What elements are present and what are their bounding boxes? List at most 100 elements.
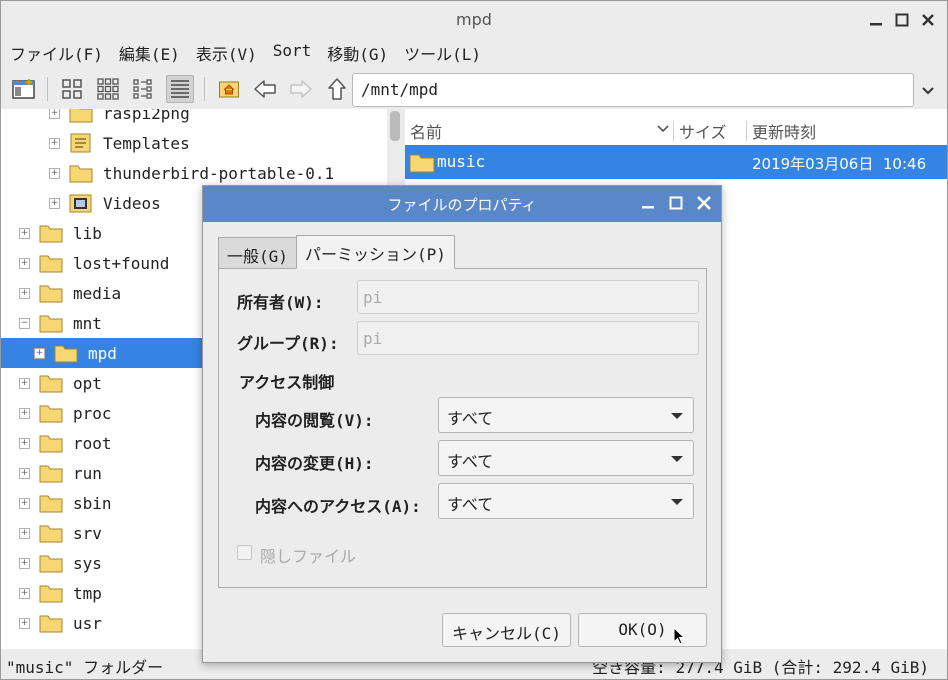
dropdown-arrow-icon: [671, 456, 683, 462]
tree-item-label: lib: [73, 223, 102, 243]
menu-tools[interactable]: ツール(L): [395, 39, 488, 67]
forward-icon[interactable]: [287, 75, 315, 103]
expander-icon[interactable]: +: [19, 617, 30, 629]
tree-item-label: usr: [73, 613, 102, 633]
dropdown-arrow-icon: [671, 499, 683, 505]
mouse-cursor-icon: [673, 627, 686, 645]
owner-field[interactable]: pi: [357, 280, 699, 314]
expander-icon[interactable]: +: [34, 347, 45, 359]
access-content-value: すべて: [447, 495, 494, 514]
expander-icon[interactable]: +: [19, 257, 30, 269]
expander-icon[interactable]: +: [19, 437, 30, 449]
list-item[interactable]: music 2019年03月06日 10:46: [405, 145, 947, 179]
expander-icon[interactable]: +: [19, 557, 30, 569]
close-icon[interactable]: [917, 9, 939, 31]
access-control-heading: アクセス制御: [239, 373, 335, 392]
tree-item-label: lost+found: [73, 253, 170, 273]
folder-icon: [409, 154, 435, 173]
folder-icon: [54, 345, 78, 363]
close-icon[interactable]: [693, 192, 715, 214]
maximize-icon[interactable]: [891, 9, 913, 31]
up-icon[interactable]: [323, 75, 351, 103]
tree-item[interactable]: + raspi2png: [1, 109, 387, 128]
expander-icon[interactable]: +: [19, 407, 30, 419]
permissions-panel: 所有者(W): pi グループ(R): pi アクセス制御 内容の閲覧(V): …: [218, 268, 707, 588]
column-separator: [746, 121, 747, 141]
cancel-button[interactable]: キャンセル(C): [442, 613, 571, 647]
tree-scrollbar-thumb[interactable]: [390, 111, 400, 141]
tree-item-label: run: [73, 463, 102, 483]
window-title: mpd: [456, 10, 492, 29]
back-icon[interactable]: [251, 75, 279, 103]
tree-item-label: mpd: [88, 343, 117, 363]
folder-icon: [39, 555, 63, 573]
tree-item-label: tmp: [73, 583, 102, 603]
ok-button[interactable]: OK(O): [578, 613, 707, 647]
compact-view-icon[interactable]: [130, 75, 158, 103]
tree-item[interactable]: + thunderbird-portable-0.1: [1, 158, 387, 188]
maximize-icon[interactable]: [665, 192, 687, 214]
expander-icon[interactable]: +: [49, 109, 60, 119]
list-item-name: music: [437, 152, 486, 171]
tree-item-label: root: [73, 433, 112, 453]
view-content-select[interactable]: すべて: [438, 397, 694, 433]
minimize-icon[interactable]: [865, 9, 887, 31]
dropdown-arrow-icon: [671, 413, 683, 419]
column-modified[interactable]: 更新時刻: [752, 119, 816, 143]
expander-icon[interactable]: +: [19, 527, 30, 539]
location-input[interactable]: /mnt/mpd: [352, 73, 914, 107]
column-size[interactable]: サイズ: [679, 119, 727, 143]
folder-icon: [39, 495, 63, 513]
expander-icon[interactable]: +: [19, 287, 30, 299]
status-selection: "music" フォルダー: [6, 658, 164, 677]
sort-chevron-icon[interactable]: [657, 124, 669, 134]
change-content-select[interactable]: すべて: [438, 440, 694, 476]
menu-go[interactable]: 移動(G): [318, 39, 395, 67]
expander-icon[interactable]: +: [49, 167, 60, 179]
home-icon[interactable]: [215, 75, 243, 103]
icon-view-icon[interactable]: [58, 75, 86, 103]
expander-icon[interactable]: +: [19, 467, 30, 479]
thumbnail-view-icon[interactable]: [94, 75, 122, 103]
tree-item[interactable]: + Templates: [1, 128, 387, 158]
folder-icon: [39, 465, 63, 483]
menu-view[interactable]: 表示(V): [187, 39, 264, 67]
menu-edit[interactable]: 編集(E): [110, 39, 187, 67]
menu-file[interactable]: ファイル(F): [1, 39, 110, 67]
expander-icon[interactable]: +: [19, 497, 30, 509]
folder-icon: [39, 285, 63, 303]
expander-icon[interactable]: +: [49, 137, 60, 149]
expander-icon[interactable]: −: [19, 317, 30, 329]
tree-item-label: sys: [73, 553, 102, 573]
new-window-icon[interactable]: [10, 75, 38, 103]
title-bar[interactable]: mpd: [1, 1, 947, 39]
change-content-label: 内容の変更(H):: [255, 454, 374, 473]
toolbar: /mnt/mpd: [1, 69, 947, 109]
minimize-icon[interactable]: [637, 192, 659, 214]
group-label: グループ(R):: [237, 334, 339, 353]
folder-icon: [39, 405, 63, 423]
toolbar-separator: [47, 77, 48, 101]
menu-sort[interactable]: Sort: [264, 39, 319, 67]
folder-icon: [39, 225, 63, 243]
tab-general[interactable]: 一般(G): [218, 237, 297, 269]
group-field[interactable]: pi: [357, 321, 699, 355]
templates-folder-icon: [70, 133, 91, 153]
tree-item[interactable]: + mpd: [1, 338, 207, 368]
column-name[interactable]: 名前: [410, 119, 442, 143]
expander-icon[interactable]: +: [19, 587, 30, 599]
expander-icon[interactable]: +: [19, 377, 30, 389]
folder-icon: [39, 525, 63, 543]
expander-icon[interactable]: +: [49, 197, 60, 209]
folder-icon: [39, 255, 63, 273]
access-content-select[interactable]: すべて: [438, 483, 694, 519]
tree-item-label: Templates: [103, 133, 190, 153]
expander-icon[interactable]: +: [19, 227, 30, 239]
hidden-file-checkbox[interactable]: [237, 545, 252, 560]
folder-icon: [39, 315, 63, 333]
tree-item-label: thunderbird-portable-0.1: [103, 163, 335, 183]
tab-permissions[interactable]: パーミッション(P): [296, 235, 455, 269]
dialog-title-bar[interactable]: ファイルのプロパティ: [203, 186, 721, 222]
detail-view-icon[interactable]: [166, 75, 194, 103]
chevron-down-icon[interactable]: [919, 81, 937, 99]
